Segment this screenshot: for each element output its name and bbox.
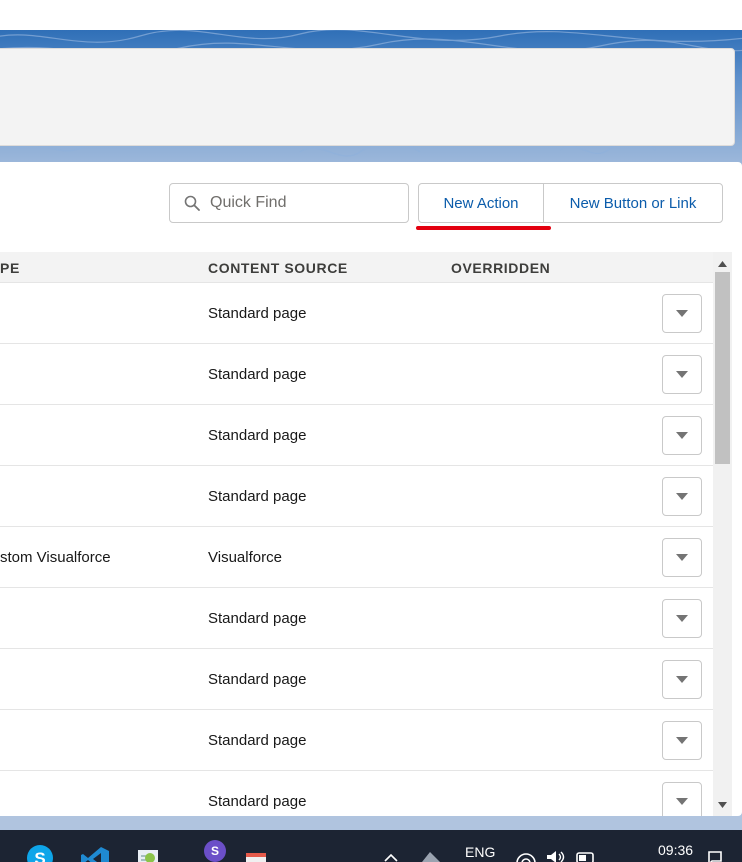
svg-text:S: S	[34, 849, 45, 862]
highlight-underline	[416, 226, 551, 230]
chevron-down-icon	[676, 431, 688, 439]
row-action-menu-button[interactable]	[662, 416, 702, 455]
column-header-content-source[interactable]: CONTENT SOURCE	[208, 260, 348, 276]
cell-content-source: Standard page	[208, 610, 307, 627]
table-row: stom Visualforce Visualforce	[0, 527, 713, 588]
row-action-menu-button[interactable]	[662, 721, 702, 760]
wifi-icon[interactable]	[515, 852, 537, 862]
notification-icon[interactable]	[706, 850, 726, 862]
cell-content-source: Visualforce	[208, 549, 282, 566]
chevron-down-icon	[676, 309, 688, 317]
cell-content-source: Standard page	[208, 488, 307, 505]
scroll-down-icon	[718, 801, 727, 808]
scroll-up-icon	[718, 260, 727, 267]
row-action-menu-button[interactable]	[662, 294, 702, 333]
table-row: Standard page	[0, 405, 713, 466]
volume-icon[interactable]	[545, 850, 567, 862]
chevron-down-icon	[676, 614, 688, 622]
new-button-or-link-button[interactable]: New Button or Link	[544, 184, 722, 222]
calendar-icon[interactable]	[245, 852, 269, 862]
chevron-down-icon	[676, 492, 688, 500]
chevron-down-icon	[676, 736, 688, 744]
new-action-button[interactable]: New Action	[419, 184, 544, 222]
cell-content-source: Standard page	[208, 732, 307, 749]
network-icon[interactable]	[420, 850, 444, 862]
table-row: Standard page	[0, 649, 713, 710]
table-row: Standard page	[0, 771, 713, 816]
scroll-down-button[interactable]	[713, 796, 732, 813]
app-badge-icon[interactable]: S	[204, 840, 226, 862]
chevron-down-icon	[676, 797, 688, 805]
cell-type: stom Visualforce	[0, 549, 111, 566]
skype-icon[interactable]: S	[26, 844, 54, 862]
quick-find-field[interactable]	[169, 183, 409, 223]
table-row: Standard page	[0, 283, 713, 344]
language-indicator[interactable]: ENG	[465, 844, 495, 860]
cell-content-source: Standard page	[208, 305, 307, 322]
row-action-menu-button[interactable]	[662, 660, 702, 699]
row-action-menu-button[interactable]	[662, 355, 702, 394]
column-header-type[interactable]: PE	[0, 260, 20, 276]
table-row: Standard page	[0, 344, 713, 405]
cell-content-source: Standard page	[208, 793, 307, 810]
chevron-down-icon	[676, 370, 688, 378]
table-row: Standard page	[0, 710, 713, 771]
table-header: PE CONTENT SOURCE OVERRIDDEN	[0, 252, 713, 283]
vertical-scrollbar[interactable]	[713, 252, 732, 816]
cell-content-source: Standard page	[208, 427, 307, 444]
table-row: Standard page	[0, 466, 713, 527]
row-action-menu-button[interactable]	[662, 477, 702, 516]
action-button-group: New Action New Button or Link	[418, 183, 723, 223]
table-row: Standard page	[0, 588, 713, 649]
scroll-up-button[interactable]	[713, 255, 732, 272]
row-action-menu-button[interactable]	[662, 782, 702, 816]
scrollbar-thumb[interactable]	[715, 272, 730, 464]
notepad-icon[interactable]	[136, 846, 164, 862]
search-icon	[184, 195, 200, 211]
row-action-menu-button[interactable]	[662, 599, 702, 638]
page-header-card	[0, 48, 735, 146]
cell-content-source: Standard page	[208, 671, 307, 688]
cell-content-source: Standard page	[208, 366, 307, 383]
column-header-overridden[interactable]: OVERRIDDEN	[451, 260, 550, 276]
chevron-down-icon	[676, 675, 688, 683]
browser-top-strip	[0, 0, 742, 30]
quick-find-input[interactable]	[210, 194, 400, 212]
vscode-icon[interactable]	[80, 846, 110, 862]
row-action-menu-button[interactable]	[662, 538, 702, 577]
clock-time[interactable]: 09:36	[658, 842, 693, 858]
battery-icon[interactable]	[576, 852, 598, 862]
app-badge-letter: S	[210, 844, 219, 858]
table-body: Standard page Standard page Standard pag…	[0, 283, 713, 816]
tray-chevron-icon[interactable]	[384, 854, 398, 862]
windows-taskbar: S S ENG 09:36	[0, 830, 742, 862]
chevron-down-icon	[676, 553, 688, 561]
